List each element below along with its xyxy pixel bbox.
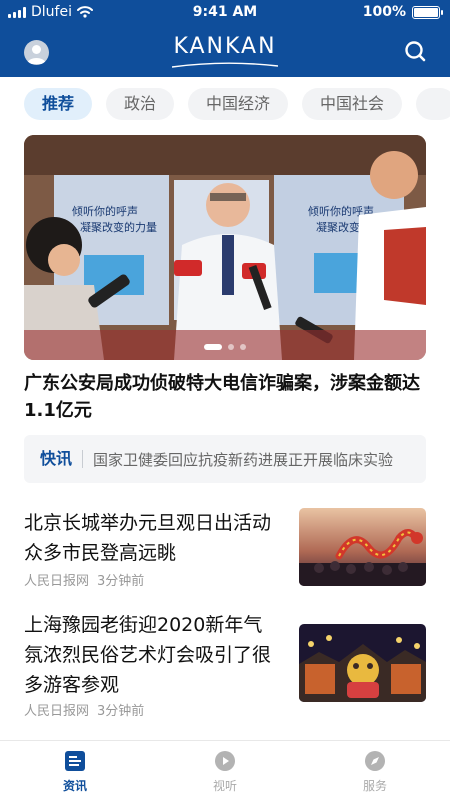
news-image <box>299 508 426 586</box>
compass-icon <box>365 751 385 771</box>
news-icon <box>65 751 85 771</box>
category-tabs: 推荐 政治 中国经济 中国社会 <box>24 88 450 122</box>
carousel-dot[interactable] <box>240 344 246 350</box>
svg-text:倾听你的呼声: 倾听你的呼声 <box>72 204 138 218</box>
brand-swoosh-icon <box>172 62 278 68</box>
status-bar: Dlufei 9:41 AM 100% <box>0 0 450 24</box>
carousel-indicator <box>24 344 426 350</box>
news-meta: 人民日报网 3分钟前 <box>24 700 144 719</box>
app-header: Dlufei 9:41 AM 100% KANKAN <box>0 0 450 77</box>
tab-services[interactable]: 服务 <box>300 741 450 800</box>
svg-text:凝聚改变的力量: 凝聚改变的力量 <box>80 220 157 234</box>
tab-china-society[interactable]: 中国社会 <box>302 88 403 120</box>
news-time: 3分钟前 <box>97 574 145 589</box>
news-thumbnail[interactable] <box>299 508 426 586</box>
news-title[interactable]: 上海豫园老街迎2020新年气氛浓烈民俗艺术灯会吸引了很多游客参观 <box>24 610 279 700</box>
tab-politics[interactable]: 政治 <box>106 88 175 120</box>
news-image <box>299 624 426 702</box>
tab-recommend[interactable]: 推荐 <box>24 88 93 120</box>
news-title[interactable]: 北京长城举办元旦观日出活动众多市民登高远眺 <box>24 508 279 568</box>
hero-image: 倾听你的呼声 凝聚改变的力量 倾听你的呼声 凝聚改变的力量 <box>24 135 426 360</box>
carousel-dot[interactable] <box>228 344 234 350</box>
tab-more[interactable] <box>416 88 450 120</box>
list-item[interactable]: 北京长城举办元旦观日出活动众多市民登高远眺 人民日报网 3分钟前 <box>24 508 426 608</box>
carousel-dot[interactable] <box>204 344 222 350</box>
tab-news[interactable]: 资讯 <box>0 741 150 800</box>
flash-news-bar[interactable]: 快讯 国家卫健委回应抗疫新药进展正开展临床实验 <box>24 435 426 483</box>
list-item[interactable]: 上海豫园老街迎2020新年气氛浓烈民俗艺术灯会吸引了很多游客参观 人民日报网 3分… <box>24 610 426 720</box>
tab-media[interactable]: 视听 <box>150 741 300 800</box>
hero-carousel[interactable]: 倾听你的呼声 凝聚改变的力量 倾听你的呼声 凝聚改变的力量 <box>24 135 426 360</box>
tab-services-label: 服务 <box>362 779 387 793</box>
news-time: 3分钟前 <box>97 704 145 719</box>
news-meta: 人民日报网 3分钟前 <box>24 570 144 589</box>
bottom-tab-bar: 资讯 视听 服务 <box>0 740 450 800</box>
play-icon <box>215 751 235 771</box>
flash-news-tag: 快讯 <box>24 450 84 468</box>
tab-china-economy[interactable]: 中国经济 <box>188 88 289 120</box>
battery-icon <box>412 5 443 19</box>
search-icon[interactable] <box>404 40 426 62</box>
tab-media-label: 视听 <box>212 779 237 793</box>
news-source: 人民日报网 <box>24 704 90 719</box>
news-source: 人民日报网 <box>24 574 90 589</box>
news-thumbnail[interactable] <box>299 624 426 702</box>
flash-news-text[interactable]: 国家卫健委回应抗疫新药进展正开展临床实验 <box>83 449 393 470</box>
hero-headline[interactable]: 广东公安局成功侦破特大电信诈骗案，涉案金额达1.1亿元 <box>24 370 426 424</box>
brand-logo: KANKAN <box>173 34 277 59</box>
battery-percent: 100% <box>362 4 406 20</box>
tab-news-label: 资讯 <box>62 779 87 793</box>
